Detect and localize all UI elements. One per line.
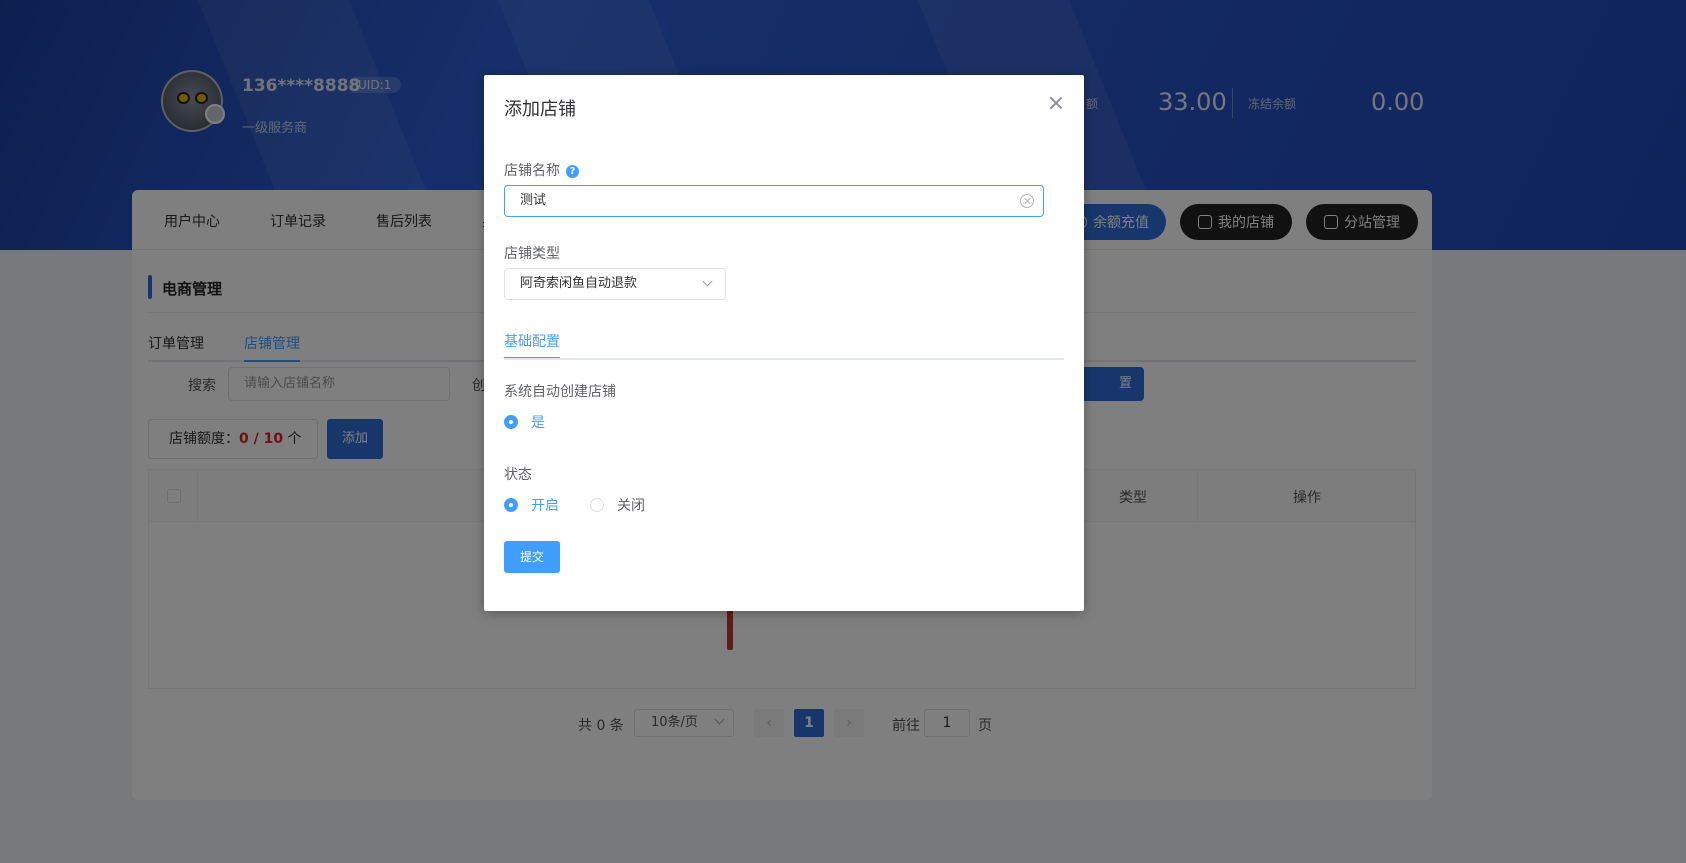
add-store-dialog: 添加店铺 店铺名称? 测试 店铺类型 阿奇索闲鱼自动退款 基础配置 系统自动创建… [484, 75, 1084, 611]
store-type-select[interactable]: 阿奇索闲鱼自动退款 [504, 268, 726, 300]
store-type-label: 店铺类型 [504, 246, 560, 262]
status-label: 状态 [504, 467, 532, 483]
chevron-down-icon [702, 276, 713, 287]
close-icon[interactable] [1048, 95, 1064, 111]
clear-icon[interactable] [1020, 194, 1034, 208]
radio-dot [504, 498, 518, 512]
dialog-title: 添加店铺 [504, 99, 576, 120]
help-icon[interactable]: ? [566, 165, 579, 178]
status-on-label: 开启 [531, 498, 559, 514]
store-name-label-text: 店铺名称 [504, 163, 560, 179]
status-on-radio[interactable]: 开启 [504, 497, 559, 514]
auto-create-yes-radio[interactable]: 是 [504, 414, 545, 431]
submit-button[interactable]: 提交 [504, 541, 560, 573]
store-name-label: 店铺名称? [504, 160, 579, 180]
store-name-input[interactable]: 测试 [504, 185, 1044, 217]
radio-dot [504, 415, 518, 429]
tab-basic-config[interactable]: 基础配置 [504, 331, 560, 359]
status-off-radio[interactable]: 关闭 [590, 497, 645, 514]
store-type-value: 阿奇索闲鱼自动退款 [520, 276, 638, 291]
radio-dot [590, 498, 604, 512]
status-off-label: 关闭 [617, 498, 645, 514]
auto-create-yes-label: 是 [531, 415, 545, 431]
tab-underline [504, 358, 1064, 360]
auto-create-label: 系统自动创建店铺 [504, 384, 616, 400]
